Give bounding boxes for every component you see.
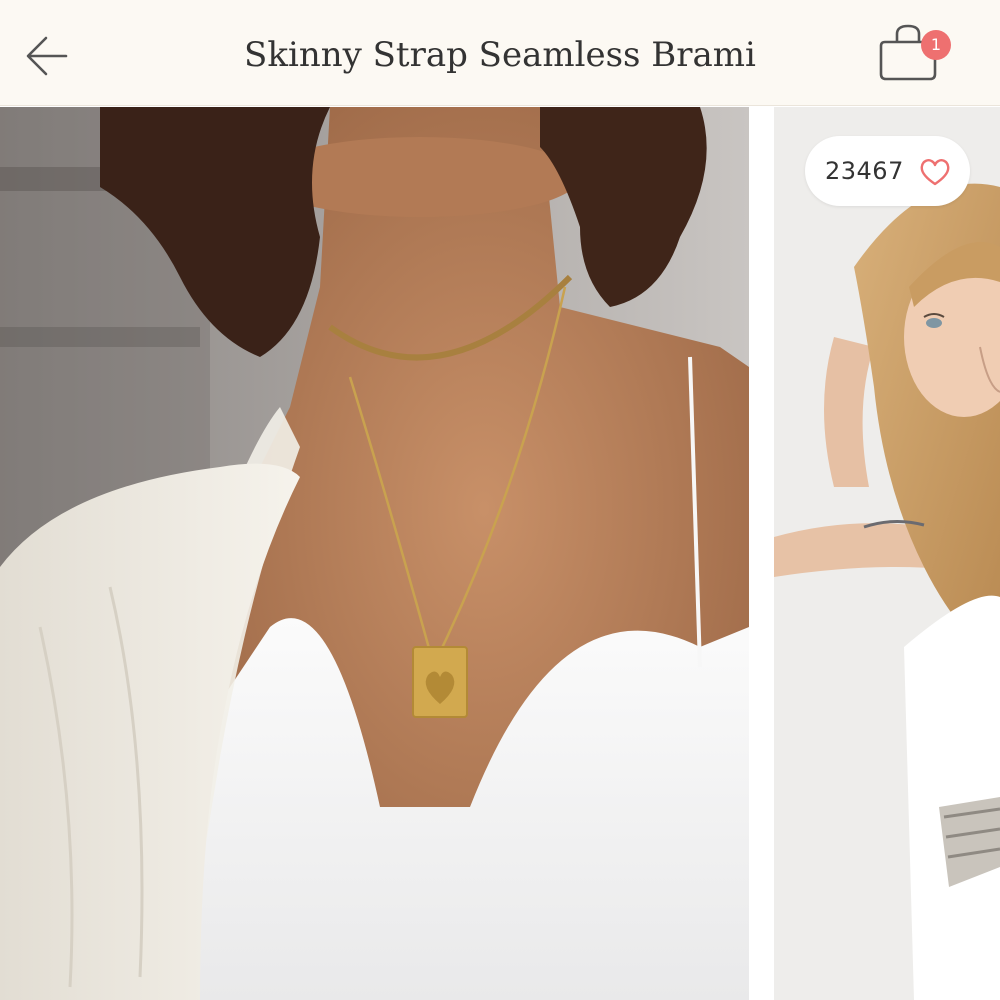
product-image-carousel[interactable] [0, 107, 1000, 1000]
page-title: Skinny Strap Seamless Brami [244, 35, 756, 75]
heart-outline-icon [920, 159, 950, 186]
back-button[interactable] [22, 30, 74, 82]
product-image-next[interactable] [774, 107, 1000, 1000]
shopping-bag-button[interactable] [872, 20, 962, 90]
likes-button[interactable]: 23467 [805, 136, 970, 206]
arrow-left-icon [26, 36, 68, 76]
cart-count-badge: 1 [921, 30, 951, 60]
product-image-main[interactable] [0, 107, 749, 1000]
app-header: Skinny Strap Seamless Brami 1 [0, 0, 1000, 106]
shopping-bag-icon [879, 24, 937, 81]
likes-count: 23467 [825, 157, 904, 185]
